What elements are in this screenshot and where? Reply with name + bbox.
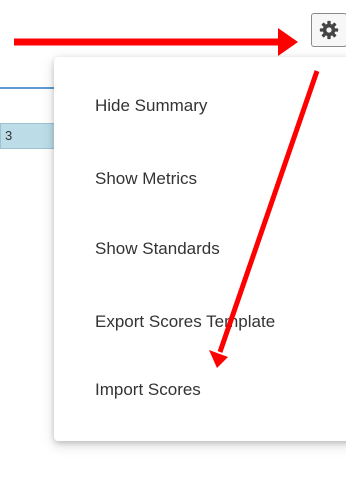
menu-item-export-scores-template[interactable]: Export Scores Template <box>95 307 275 337</box>
gear-icon <box>319 20 339 40</box>
header-divider <box>0 87 60 89</box>
page: 3 Hide Summary Show Metrics Show Standar… <box>0 0 346 480</box>
table-cell-text: 3 <box>5 128 13 143</box>
menu-item-show-standards[interactable]: Show Standards <box>95 234 220 264</box>
annotation-arrowhead-horizontal <box>278 28 298 56</box>
table-cell: 3 <box>0 123 58 149</box>
menu-item-show-metrics[interactable]: Show Metrics <box>95 164 197 194</box>
settings-button[interactable] <box>311 13 346 47</box>
settings-dropdown-menu: Hide Summary Show Metrics Show Standards… <box>54 57 346 441</box>
menu-item-hide-summary[interactable]: Hide Summary <box>95 91 207 121</box>
menu-item-import-scores[interactable]: Import Scores <box>95 375 201 405</box>
